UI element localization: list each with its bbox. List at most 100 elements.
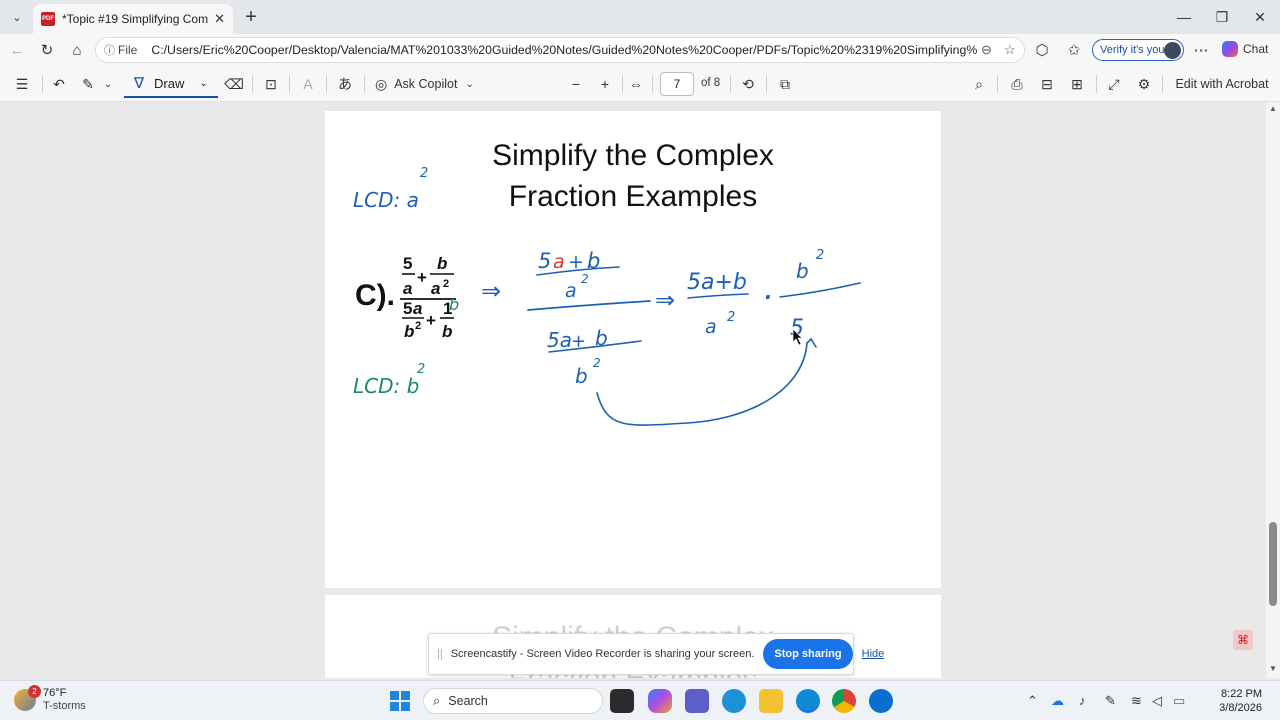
edit-with-acrobat-button[interactable]: Edit with Acrobat xyxy=(1170,73,1274,95)
address-bar[interactable]: ⓘ File C:/Users/Eric%20Cooper/Desktop/Va… xyxy=(95,37,1025,63)
rotate-icon[interactable]: ⟲ xyxy=(738,73,758,95)
highlight-icon[interactable]: ✎ xyxy=(78,73,98,95)
copilot-icon xyxy=(1222,41,1238,57)
teams-icon[interactable] xyxy=(685,689,709,713)
system-clock[interactable]: 8:22 PM 3/8/2026 xyxy=(1200,687,1262,715)
edge-beta-icon[interactable] xyxy=(722,689,746,713)
acrobat-floating-icon[interactable]: ⌘ xyxy=(1233,630,1253,650)
highlight-dropdown-icon[interactable]: ⌄ xyxy=(100,73,116,95)
draw-dropdown-icon[interactable]: ⌄ xyxy=(199,78,207,89)
file-explorer-icon[interactable] xyxy=(759,689,783,713)
svg-text:2: 2 xyxy=(581,272,589,286)
address-bar-row: ← ↻ ⌂ ⓘ File C:/Users/Eric%20Cooper/Desk… xyxy=(0,34,1280,66)
vertical-scrollbar[interactable]: ▲ ▼ xyxy=(1266,102,1280,678)
favorite-star-icon[interactable]: ☆ xyxy=(1004,42,1016,58)
more-options-icon[interactable]: ⋯ xyxy=(1189,39,1213,61)
ink-result-fraction-bar-2 xyxy=(779,282,861,298)
svg-text:5a: 5a xyxy=(547,328,572,352)
pdf-viewer[interactable]: Simplify the Complex Fraction Examples C… xyxy=(0,102,1266,678)
microphone-icon[interactable]: ♪ xyxy=(1079,693,1086,708)
svg-text:a: a xyxy=(565,280,577,302)
windows-taskbar: 2 76°F T-storms ⌕ Search ⌃ ☁ ♪ ✎ ≋ ◁ ▭ 8… xyxy=(0,680,1280,720)
svg-text:a: a xyxy=(553,251,565,273)
zoom-icon[interactable]: ⊖ xyxy=(981,42,992,58)
start-windows-icon[interactable] xyxy=(390,691,410,711)
ask-copilot-dropdown-icon: ⌄ xyxy=(465,78,474,90)
tab-strip: ⌄ PDF *Topic #19 Simplifying Complex Fr … xyxy=(0,0,1280,34)
stop-sharing-button[interactable]: Stop sharing xyxy=(763,639,853,669)
page-number-input[interactable]: 7 xyxy=(660,72,694,96)
scrollbar-thumb[interactable] xyxy=(1269,522,1277,606)
minimize-icon[interactable]: — xyxy=(1165,0,1203,34)
pdf-page-7[interactable]: Simplify the Complex Fraction Examples C… xyxy=(325,111,941,588)
svg-text:·: · xyxy=(764,285,772,309)
window-close-icon[interactable]: ✕ xyxy=(1241,0,1279,34)
svg-text:a: a xyxy=(705,316,717,338)
battery-icon[interactable]: ▭ xyxy=(1173,693,1185,709)
handwritten-annotations: LCD: a 2 LCD: b 2 b ⇒ ⇒ 5 a + b a 2 5a +… xyxy=(353,166,861,426)
undo-icon[interactable]: ↶ xyxy=(49,73,69,95)
onedrive-icon[interactable]: ☁ xyxy=(1051,693,1064,709)
hp-icon[interactable] xyxy=(869,689,893,713)
hide-banner-link[interactable]: Hide xyxy=(862,648,885,660)
translate-icon[interactable]: あ xyxy=(334,73,356,95)
zoom-out-icon[interactable]: − xyxy=(566,73,586,95)
volume-icon[interactable]: ◁ xyxy=(1152,693,1162,709)
url-text[interactable]: C:/Users/Eric%20Cooper/Desktop/Valencia/… xyxy=(151,43,977,57)
taskbar-search-box[interactable]: ⌕ Search xyxy=(423,688,603,714)
tab-close-icon[interactable]: ✕ xyxy=(214,11,225,27)
fullscreen-icon[interactable]: ⤢ xyxy=(1104,73,1124,95)
info-icon[interactable]: ⓘ xyxy=(104,42,115,58)
extra-b-ink: b xyxy=(449,295,459,314)
browser-tab-active[interactable]: PDF *Topic #19 Simplifying Complex Fr ✕ xyxy=(33,4,233,34)
verify-label: Verify it's you xyxy=(1100,44,1165,56)
page-view-icon[interactable]: ⧉ xyxy=(775,73,795,95)
save-as-icon[interactable]: ⊞ xyxy=(1067,73,1087,95)
settings-gear-icon[interactable]: ⚙ xyxy=(1134,73,1154,95)
toolbar-divider xyxy=(42,75,43,93)
scroll-down-icon[interactable]: ▼ xyxy=(1269,664,1277,673)
read-aloud-icon[interactable]: A xyxy=(298,73,318,95)
copilot-chat-button[interactable]: Chat xyxy=(1222,41,1268,57)
extensions-icon[interactable]: ⬡ xyxy=(1030,39,1054,61)
eraser-icon[interactable]: ⌫ xyxy=(224,73,244,95)
toolbar-divider xyxy=(1162,75,1163,93)
text-box-icon[interactable]: ⊡ xyxy=(261,73,281,95)
copilot-app-icon[interactable] xyxy=(648,689,672,713)
print-icon[interactable]: ⎙ xyxy=(1007,73,1027,95)
ask-copilot-button[interactable]: ◎ Ask Copilot ⌄ xyxy=(375,73,477,95)
fit-width-icon[interactable]: ⇔ xyxy=(626,73,646,95)
svg-text:2: 2 xyxy=(727,310,735,325)
task-view-icon[interactable] xyxy=(610,689,634,713)
edge-browser-icon[interactable] xyxy=(796,689,820,713)
pdf-toolbar: ☰ ↶ ✎ ⌄ ∇ Draw ⌄ ⌫ ⊡ A あ ◎ Ask Copilot ⌄… xyxy=(0,66,1280,102)
verify-profile-button[interactable]: Verify it's you xyxy=(1092,39,1184,61)
clock-date: 3/8/2026 xyxy=(1219,702,1262,714)
pen-menu-icon[interactable]: ✎ xyxy=(1105,693,1116,709)
wifi-icon[interactable]: ≋ xyxy=(1131,693,1142,709)
zoom-in-icon[interactable]: + xyxy=(595,73,615,95)
svg-text:b: b xyxy=(796,259,809,283)
chat-label: Chat xyxy=(1243,42,1269,56)
draw-button[interactable]: ∇ Draw ⌄ xyxy=(124,70,218,98)
toolbar-divider xyxy=(1096,75,1097,93)
refresh-icon[interactable]: ↻ xyxy=(35,39,59,61)
implies-arrow-2: ⇒ xyxy=(655,286,675,314)
weather-widget[interactable]: 2 76°F T-storms xyxy=(14,685,86,713)
search-icon: ⌕ xyxy=(433,693,441,708)
scroll-up-icon[interactable]: ▲ xyxy=(1269,104,1277,113)
drag-grip-icon[interactable]: || xyxy=(437,648,443,660)
back-icon[interactable]: ← xyxy=(5,39,29,61)
home-icon[interactable]: ⌂ xyxy=(65,39,89,61)
maximize-icon[interactable]: ❐ xyxy=(1203,0,1241,34)
save-icon[interactable]: ⊟ xyxy=(1037,73,1057,95)
tab-actions-menu-icon[interactable]: ⌄ xyxy=(6,6,28,28)
chrome-icon[interactable] xyxy=(832,689,856,713)
svg-text:2: 2 xyxy=(593,356,601,370)
new-tab-button[interactable]: + xyxy=(240,6,262,28)
contents-list-icon[interactable]: ☰ xyxy=(12,73,32,95)
clock-time: 8:22 PM xyxy=(1221,688,1262,700)
show-hidden-icons[interactable]: ⌃ xyxy=(1027,693,1038,709)
favorites-icon[interactable]: ✩ xyxy=(1062,39,1086,61)
find-search-icon[interactable]: ⌕ xyxy=(969,73,989,95)
